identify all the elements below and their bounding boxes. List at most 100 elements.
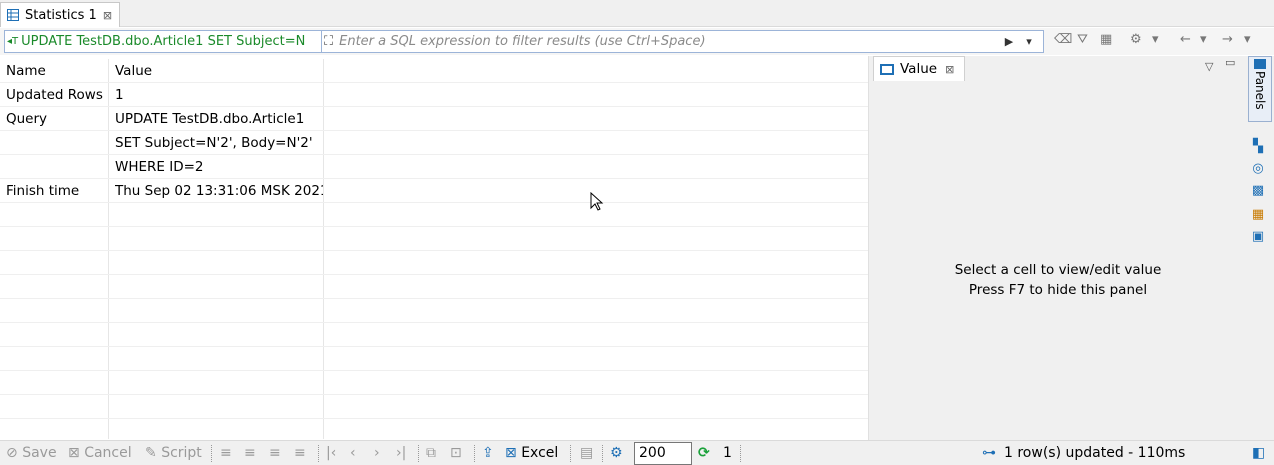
empty-row [0,347,868,371]
status-icon: ⊶ [982,445,996,461]
cancel-button[interactable]: ⊠ Cancel [68,441,132,465]
cell-value[interactable]: Thu Sep 02 13:31:06 MSK 2021 [115,179,323,203]
column-header-name[interactable]: Name [6,59,106,83]
results-grid: Name Value Updated Rows 1 Query UPDATE T… [0,59,868,439]
tab-statistics[interactable]: Statistics 1 ⊠ [0,2,120,27]
tab-close-icon[interactable]: ⊠ [103,9,112,22]
cell-name[interactable] [6,155,106,179]
forward-dropdown-icon[interactable]: ▾ [1244,32,1251,47]
cell-name[interactable] [6,131,106,155]
cell-value[interactable]: 1 [115,83,323,107]
query-text-box[interactable]: ◂T UPDATE TestDB.dbo.Article1 SET Subjec… [4,30,322,53]
detach-icon[interactable]: ⧉ [426,441,436,465]
separator [318,445,319,462]
refresh-icon[interactable]: ⟳ [698,441,710,465]
filter-save-icon[interactable]: ▦ [1100,32,1112,47]
panels-icon [1254,59,1266,69]
excel-icon: ⊠ [505,445,517,461]
delete-row-icon[interactable]: ≡ [294,441,306,465]
cell-name[interactable]: Updated Rows [6,83,106,107]
save-icon: ⊘ [6,445,18,461]
last-page-icon[interactable]: ›| [396,441,406,465]
empty-row [0,227,868,251]
cell-value[interactable]: UPDATE TestDB.dbo.Article1 [115,107,323,131]
filter-history-dropdown-icon[interactable]: ▾ [1020,30,1038,53]
value-panel-icon [880,63,894,75]
filter-placeholder: Enter a SQL expression to filter results… [339,34,706,49]
bottom-toolbar: ⊘ Save ⊠ Cancel ✎ Script ≡ ≡ ≡ ≡ |‹ ‹ › … [0,440,1274,465]
query-text: UPDATE TestDB.dbo.Article1 SET Subject=N [21,34,306,49]
table-row[interactable]: Finish time Thu Sep 02 13:31:06 MSK 2021 [0,179,868,203]
cancel-icon: ⊠ [68,445,80,461]
forward-arrow-icon[interactable]: → [1222,32,1233,47]
empty-row [0,251,868,275]
fetch-settings-gear-icon[interactable]: ⚙ [610,441,623,465]
editor-tab-strip: Statistics 1 ⊠ [0,0,1274,27]
side-panels-strip: Panels ▚ ◎ ▩ ▦ ▣ [1246,56,1274,440]
separator [474,445,475,462]
panels-toggle-icon[interactable]: ⚙ [1130,32,1142,47]
expand-icon[interactable]: ⛶ [324,34,333,49]
panel-toggle-icon[interactable]: ◧ [1252,441,1265,465]
copy-row-icon[interactable]: ≡ [269,441,281,465]
table-row[interactable]: WHERE ID=2 [0,155,868,179]
excel-button[interactable]: ⊠ Excel [505,441,558,465]
grid-table-icon [7,9,19,21]
value-panel-hint: Press F7 to hide this panel [968,282,1148,298]
empty-row [0,323,868,347]
header-row: Name Value [0,59,868,83]
separator [570,445,571,462]
cell-name[interactable]: Query [6,107,106,131]
back-dropdown-icon[interactable]: ▾ [1200,32,1207,47]
fetch-size-input[interactable]: 200 [634,442,692,465]
export-icon[interactable]: ⇪ [482,441,494,465]
filter-settings-icon[interactable]: ⛛ [1077,32,1088,47]
column-header-value[interactable]: Value [115,59,323,83]
panels-button[interactable]: Panels [1248,56,1272,122]
grouping-icon[interactable]: ▚ [1251,140,1265,154]
metadata-icon[interactable]: ◎ [1251,162,1265,176]
record-mode-icon[interactable]: ⊡ [450,441,462,465]
eraser-icon[interactable]: ⌫ [1054,32,1072,47]
separator [740,445,741,462]
minimize-icon[interactable]: ▭ [1225,56,1235,69]
script-icon: ✎ [145,445,157,461]
value-panel-tab[interactable]: Value ⊠ [873,56,965,81]
add-row-icon[interactable]: ≡ [244,441,256,465]
empty-row [0,395,868,419]
empty-row [0,203,868,227]
edit-cell-icon[interactable]: ≡ [220,441,232,465]
value-panel-message: Select a cell to view/edit value [954,262,1162,278]
calc-table-icon[interactable]: ▦ [1251,208,1265,222]
view-menu-icon[interactable]: ▽ [1205,60,1213,73]
panels-dropdown-icon[interactable]: ▾ [1152,32,1159,47]
save-button[interactable]: ⊘ Save [6,441,57,465]
cell-name[interactable]: Finish time [6,179,106,203]
refresh-count: 1 [723,445,732,461]
value-viewer-icon[interactable]: ▣ [1251,230,1265,244]
empty-row [0,299,868,323]
script-button[interactable]: ✎ Script [145,441,202,465]
cell-value[interactable]: SET Subject=N'2', Body=N'2' [115,131,323,155]
separator [602,445,603,462]
table-row[interactable]: Query UPDATE TestDB.dbo.Article1 [0,107,868,131]
separator [211,445,212,462]
value-tab-label: Value [900,61,938,77]
previous-page-icon[interactable]: ‹ [350,441,356,465]
empty-row [0,275,868,299]
table-row[interactable]: Updated Rows 1 [0,83,868,107]
value-tab-close-icon[interactable]: ⊠ [945,63,954,76]
chart-icon[interactable]: ▩ [1251,184,1265,198]
filter-input[interactable]: ⛶ Enter a SQL expression to filter resul… [322,30,1044,53]
status-text: 1 row(s) updated - 110ms [1004,445,1186,461]
sql-query-icon: ◂T [7,36,19,47]
apply-filter-icon[interactable]: ▶ [1000,30,1018,53]
next-page-icon[interactable]: › [374,441,380,465]
layout-icon[interactable]: ▤ [580,441,593,465]
empty-row [0,371,868,395]
first-page-icon[interactable]: |‹ [326,441,336,465]
cell-value[interactable]: WHERE ID=2 [115,155,323,179]
table-row[interactable]: SET Subject=N'2', Body=N'2' [0,131,868,155]
back-arrow-icon[interactable]: ← [1180,32,1191,47]
mouse-cursor-icon [590,192,604,211]
